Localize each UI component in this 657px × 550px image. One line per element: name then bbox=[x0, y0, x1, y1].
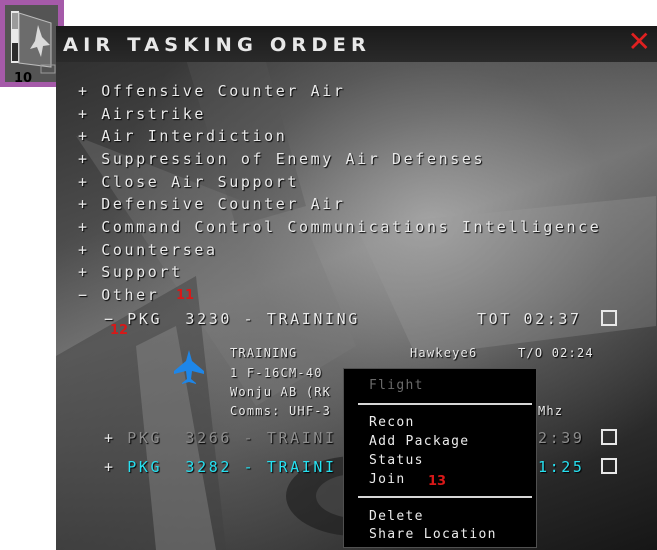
package-3266-row[interactable]: + PKG 3266 - TRAINI bbox=[104, 429, 337, 447]
flight-freq-unit: Mhz bbox=[538, 404, 564, 418]
package-3282-tot: 1:25 bbox=[538, 458, 585, 476]
category-sead[interactable]: + Suppression of Enemy Air Defenses bbox=[78, 150, 485, 168]
title-bar[interactable]: AIR TASKING ORDER ✕ bbox=[56, 26, 657, 62]
flight-takeoff: T/O 02:24 bbox=[518, 346, 594, 360]
menu-item-delete[interactable]: Delete bbox=[369, 509, 424, 524]
menu-item-status[interactable]: Status bbox=[369, 453, 424, 468]
package-3266-tot: 2:39 bbox=[538, 429, 585, 447]
category-c3i[interactable]: + Command Control Communications Intelli… bbox=[78, 218, 601, 236]
callout-11: 11 bbox=[176, 288, 195, 303]
menu-item-add-package[interactable]: Add Package bbox=[369, 434, 469, 449]
flight-base: Wonju AB (RK bbox=[230, 385, 332, 399]
category-airstrike[interactable]: + Airstrike bbox=[78, 105, 206, 123]
menu-item-join[interactable]: Join bbox=[369, 472, 406, 487]
flight-mission: TRAINING bbox=[230, 346, 298, 360]
package-3282-row[interactable]: + PKG 3282 - TRAINI bbox=[104, 458, 337, 476]
flight-callsign: Hawkeye6 bbox=[410, 346, 478, 360]
menu-item-share-location[interactable]: Share Location bbox=[369, 527, 497, 542]
menu-divider bbox=[358, 496, 532, 498]
package-3230-checkbox[interactable] bbox=[601, 310, 617, 326]
flight-comms: Comms: UHF-3 bbox=[230, 404, 332, 418]
category-other[interactable]: − Other bbox=[78, 286, 159, 304]
window-title: AIR TASKING ORDER bbox=[62, 34, 371, 56]
context-menu: Flight Recon Add Package Status Join 13 … bbox=[343, 368, 537, 548]
fighter-jet-icon[interactable] bbox=[172, 349, 206, 385]
package-3230-row[interactable]: − PKG 3230 - TRAINING bbox=[104, 310, 360, 328]
ato-app-icon[interactable]: 10 bbox=[0, 0, 64, 87]
menu-divider bbox=[358, 403, 532, 405]
category-offensive-counter-air[interactable]: + Offensive Counter Air bbox=[78, 82, 346, 100]
category-support[interactable]: + Support bbox=[78, 263, 183, 281]
package-3230-tot: TOT 02:37 bbox=[477, 310, 582, 328]
menu-item-recon[interactable]: Recon bbox=[369, 415, 415, 430]
category-defensive-counter-air[interactable]: + Defensive Counter Air bbox=[78, 195, 346, 213]
menu-item-flight: Flight bbox=[369, 378, 424, 393]
flight-aircraft: 1 F-16CM-40 bbox=[230, 366, 323, 380]
category-air-interdiction[interactable]: + Air Interdiction bbox=[78, 127, 287, 145]
package-3282-checkbox[interactable] bbox=[601, 458, 617, 474]
category-countersea[interactable]: + Countersea bbox=[78, 241, 218, 259]
callout-10: 10 bbox=[14, 71, 33, 86]
close-icon[interactable]: ✕ bbox=[628, 28, 651, 56]
ato-folder-icon: 10 bbox=[5, 5, 58, 86]
package-3266-checkbox[interactable] bbox=[601, 429, 617, 445]
callout-13: 13 bbox=[428, 474, 447, 489]
category-close-air-support[interactable]: + Close Air Support bbox=[78, 173, 299, 191]
callout-12: 12 bbox=[110, 323, 129, 338]
